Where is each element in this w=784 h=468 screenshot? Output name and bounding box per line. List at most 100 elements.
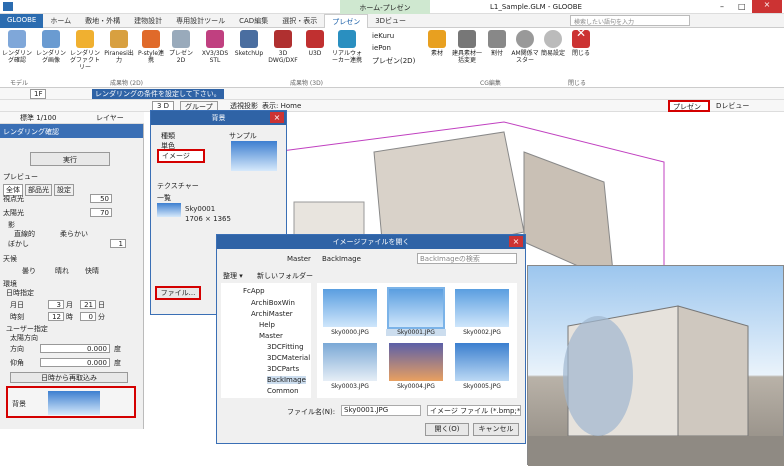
tab-presen[interactable]: プレゼン	[324, 14, 369, 28]
file-thumb[interactable]	[323, 343, 377, 381]
pstyle-button[interactable]: P-style連携	[136, 30, 166, 64]
tree-item[interactable]: 3DCParts	[267, 365, 299, 373]
tree-item[interactable]: Master	[259, 332, 283, 340]
file-thumb[interactable]	[455, 343, 509, 381]
close-icon[interactable]: ×	[270, 112, 284, 123]
blur-input[interactable]: 1	[110, 239, 126, 248]
tree-item[interactable]: ArchiBoxWin	[251, 299, 295, 307]
u3d-button[interactable]: U3D	[300, 30, 330, 57]
minimize-icon[interactable]: –	[720, 2, 724, 11]
tree-item[interactable]: 3DCFitting	[267, 343, 304, 351]
tab-3dview[interactable]: 3Dビュー	[368, 14, 413, 28]
weather-clear[interactable]: 快晴	[85, 266, 99, 276]
preview-tab[interactable]: Dレビュー	[716, 101, 749, 111]
sun-light-input[interactable]: 70	[90, 208, 112, 217]
allocate-button[interactable]: 割付	[482, 30, 512, 57]
day-input[interactable]: 21	[80, 300, 96, 309]
file-button[interactable]: ファイル...	[155, 286, 201, 300]
material-button[interactable]: 素材	[422, 30, 452, 57]
tab-setting[interactable]: 設定	[54, 184, 74, 196]
layer-select[interactable]: レイヤー	[96, 113, 124, 123]
tab-cad[interactable]: CAD編集	[232, 14, 275, 28]
open-image-dialog: イメージファイルを開く × Master BackImage BackImage…	[216, 234, 526, 444]
tree-item-selected[interactable]: BackImage	[267, 376, 306, 384]
render-panel: レンダリング確認 実行 プレビュー 全体 部品光 設定 視点光 50 太陽光 7…	[0, 124, 144, 429]
cancel-button[interactable]: キャンセル	[473, 423, 519, 436]
file-thumb[interactable]	[323, 289, 377, 327]
maximize-icon[interactable]: □	[738, 2, 746, 11]
dir-input[interactable]: 0.000	[40, 344, 110, 353]
scale-select[interactable]: 標準 1/100	[20, 113, 56, 123]
fixture-button[interactable]: 建具素材一括変更	[452, 30, 482, 64]
background-setting[interactable]: 背景	[6, 386, 136, 418]
u3d-icon	[306, 30, 324, 48]
tree-item[interactable]: Help	[259, 321, 275, 329]
file-thumb-selected[interactable]	[387, 287, 445, 329]
minute-input[interactable]: 0	[80, 312, 96, 321]
tree-item[interactable]: 3DCMaterial	[267, 354, 310, 362]
image-radio[interactable]: イメージ	[157, 149, 205, 163]
tab-gloobe[interactable]: GLOOBE	[0, 14, 44, 28]
tab-select[interactable]: 選択・表示	[275, 14, 324, 28]
path-master[interactable]: Master	[287, 255, 311, 263]
hour-unit: 時	[66, 313, 73, 321]
tab-building[interactable]: 建物設計	[127, 14, 169, 28]
tab-home[interactable]: ホーム	[43, 14, 78, 28]
execute-button[interactable]: 実行	[30, 152, 110, 166]
close-icon[interactable]: ×	[509, 236, 523, 247]
date-spec-radio[interactable]: 日時指定	[6, 288, 34, 298]
tree-item-fcapp[interactable]: FcApp	[243, 287, 265, 295]
file-thumb[interactable]	[455, 289, 509, 327]
tree-item[interactable]: ArchiMaster	[251, 310, 293, 318]
month-input[interactable]: 3	[48, 300, 64, 309]
elev-input[interactable]: 0.000	[40, 358, 110, 367]
weather-cloudy[interactable]: 曇り	[22, 266, 36, 276]
filetype-select[interactable]: イメージ ファイル (*.bmp;*.gif;*	[427, 405, 521, 416]
file-label: Sky0002.JPG	[463, 329, 501, 336]
piranesi-button[interactable]: Piranesi出力	[104, 30, 134, 64]
weather-sunny[interactable]: 晴れ	[55, 266, 69, 276]
quick-bar: 1F レンダリングの条件を設定して下さい。	[0, 88, 784, 100]
filename-input[interactable]: Sky0001.JPG	[341, 405, 421, 416]
organize-button[interactable]: 整理 ▾	[223, 271, 243, 281]
presen2d-button[interactable]: プレゼン2D	[166, 30, 196, 64]
sketchup-button[interactable]: SketchUp	[234, 30, 264, 57]
tab-site[interactable]: 敷地・外構	[78, 14, 127, 28]
background-label: 背景	[12, 400, 26, 408]
soft-radio[interactable]: 柔らかい	[60, 229, 88, 239]
am-icon	[516, 30, 534, 48]
close-ribbon-button[interactable]: ✕ 閉じる	[566, 27, 596, 57]
realwalker-button[interactable]: リアルウォーカー連携	[332, 30, 362, 64]
tab-tools[interactable]: 専用設計ツール	[169, 14, 232, 28]
close-window-icon[interactable]: ×	[752, 0, 782, 13]
group-label-close: 閉じる	[568, 80, 587, 87]
file-thumb[interactable]	[389, 343, 443, 381]
view-light-input[interactable]: 50	[90, 194, 112, 203]
iekuru-button[interactable]: ieKuru	[372, 32, 394, 40]
path-backimage[interactable]: BackImage	[322, 255, 361, 263]
tab-part-light[interactable]: 部品光	[25, 184, 52, 196]
xv3-button[interactable]: XV3/3DS STL	[200, 30, 230, 64]
list-label: 一覧	[157, 194, 171, 202]
direct-radio[interactable]: 直線的	[14, 229, 35, 239]
presen2d-small-button[interactable]: プレゼン(2D)	[372, 56, 415, 66]
time-label: 時刻	[10, 313, 24, 321]
hour-input[interactable]: 12	[48, 312, 64, 321]
dwg-button[interactable]: 3D DWG/DXF	[268, 30, 298, 64]
filename-label: ファイル名(N):	[287, 408, 336, 416]
folder-icon	[76, 30, 94, 48]
am-master-button[interactable]: AM関係マスター	[510, 30, 540, 64]
iepon-button[interactable]: iePon	[372, 44, 391, 52]
floor-select[interactable]: 1F	[30, 89, 47, 99]
presen-button[interactable]: プレゼン	[668, 100, 710, 112]
easy-setting-button[interactable]: 簡易設定	[538, 30, 568, 57]
search-input[interactable]: 検索したい語句を入力	[570, 15, 690, 26]
render-check-button[interactable]: レンダリング確認	[2, 30, 32, 64]
open-button[interactable]: 開く(O)	[425, 423, 469, 436]
new-folder-button[interactable]: 新しいフォルダー	[257, 271, 313, 281]
search-folder-input[interactable]: BackImageの検索	[417, 253, 517, 264]
render-factory-button[interactable]: レンダリングファクトリー	[70, 30, 100, 71]
recalc-button[interactable]: 日時から再取込み	[10, 372, 128, 383]
render-image-button[interactable]: レンダリング画像	[36, 30, 66, 64]
tree-item[interactable]: Common	[267, 387, 299, 395]
